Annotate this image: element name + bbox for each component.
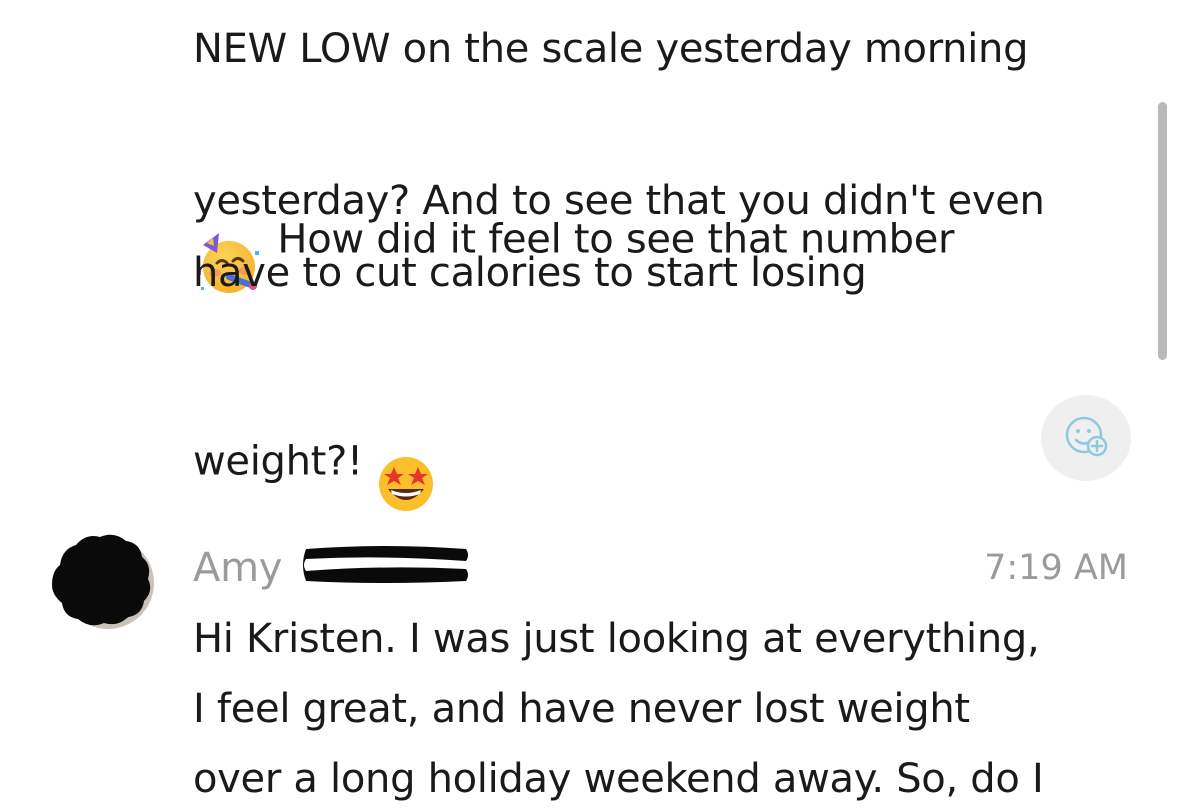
star-struck-icon [375, 381, 437, 538]
next-message-line-1: Hi Kristen. I was just looking at everyt… [193, 616, 1040, 662]
message-timestamp: 7:19 AM [984, 548, 1128, 588]
scrollbar-thumb[interactable] [1158, 102, 1167, 360]
message-line-1: NEW LOW on the scale yesterday morning [193, 26, 1029, 72]
next-message-line-3: over a long holiday weekend away. So, do… [193, 756, 1044, 802]
sender-name: Amy [193, 545, 283, 591]
add-reaction-button[interactable] [1041, 395, 1131, 481]
avatar[interactable] [44, 525, 156, 637]
message-line-5: weight?! [193, 313, 1153, 542]
message-line-3: yesterday? And to see that you didn't ev… [193, 178, 1045, 224]
message-line-5-text: weight?! [193, 438, 376, 485]
next-message-line-2: I feel great, and have never lost weight [193, 686, 970, 732]
add-reaction-icon [1058, 408, 1114, 468]
message-line-4: have to cut calories to start losing [193, 250, 867, 296]
redacted-surname [300, 543, 470, 585]
